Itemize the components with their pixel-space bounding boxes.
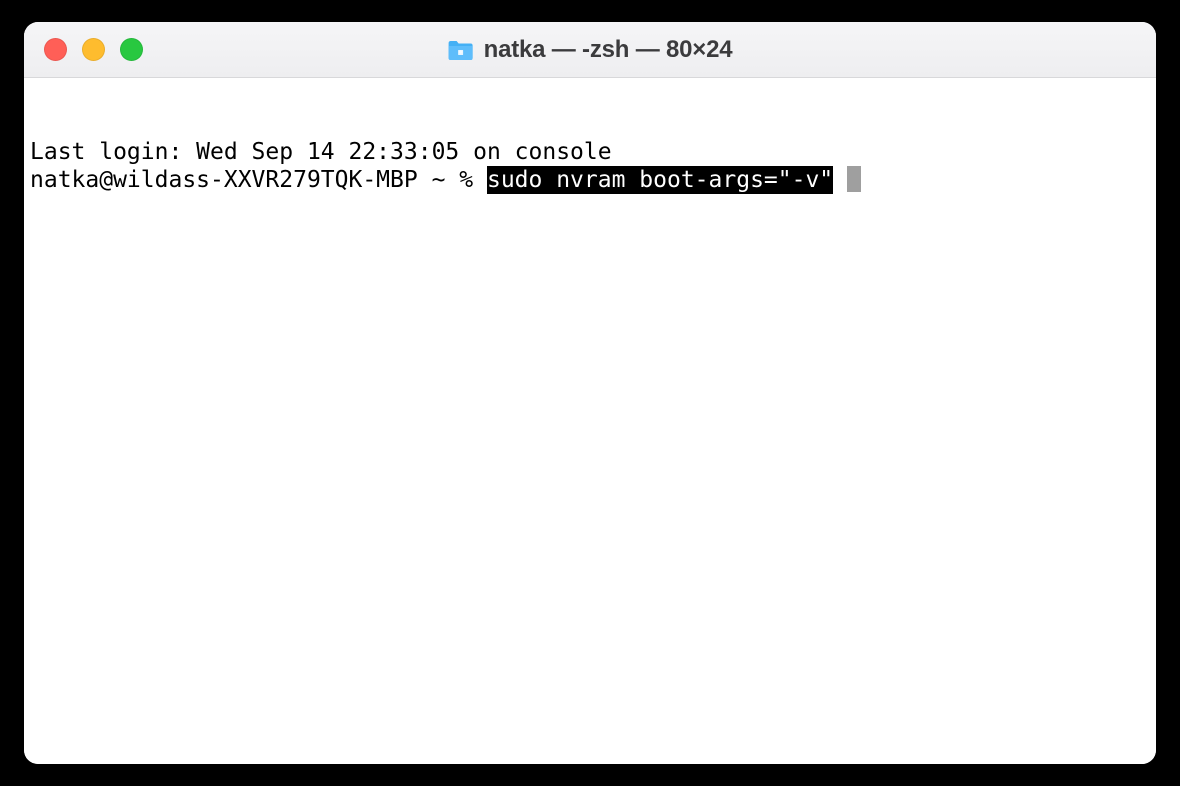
shell-prompt: natka@wildass-XXVR279TQK-MBP ~ % xyxy=(30,166,487,194)
command-input[interactable]: sudo nvram boot-args="-v" xyxy=(487,166,833,194)
traffic-lights xyxy=(24,38,143,61)
maximize-button[interactable] xyxy=(120,38,143,61)
window-title: natka — -zsh — 80×24 xyxy=(484,36,733,64)
cursor xyxy=(847,166,861,192)
last-login-line: Last login: Wed Sep 14 22:33:05 on conso… xyxy=(30,138,1150,166)
prompt-line: natka@wildass-XXVR279TQK-MBP ~ % sudo nv… xyxy=(30,166,1150,194)
terminal-window: natka — -zsh — 80×24 Last login: Wed Sep… xyxy=(24,22,1156,764)
terminal-body[interactable]: Last login: Wed Sep 14 22:33:05 on conso… xyxy=(24,78,1156,764)
close-button[interactable] xyxy=(44,38,67,61)
title-group: natka — -zsh — 80×24 xyxy=(448,36,733,64)
minimize-button[interactable] xyxy=(82,38,105,61)
folder-icon xyxy=(448,39,474,61)
titlebar[interactable]: natka — -zsh — 80×24 xyxy=(24,22,1156,78)
